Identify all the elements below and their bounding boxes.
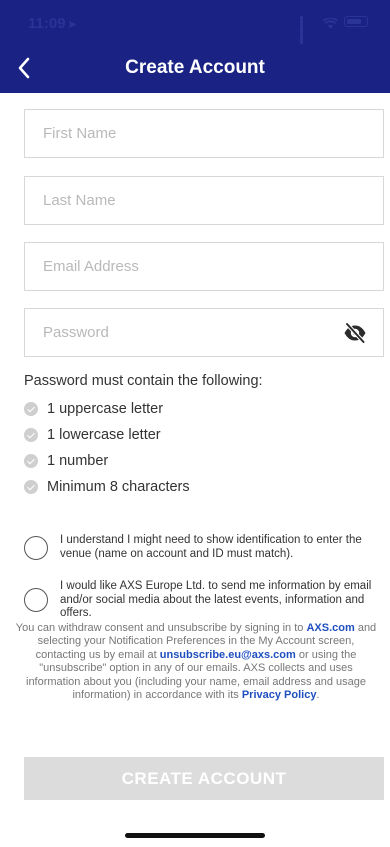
- legal-notice: You can withdraw consent and unsubscribe…: [14, 622, 378, 702]
- password-rule-item: 1 uppercase letter: [24, 396, 190, 422]
- battery-icon: [344, 16, 368, 27]
- consent-marketing-radio[interactable]: [24, 588, 48, 613]
- first-name-input[interactable]: [25, 110, 383, 157]
- cellular-signal-icon: [300, 16, 317, 44]
- home-indicator: [125, 833, 265, 838]
- status-time: 11:09 ➤: [28, 15, 77, 32]
- privacy-policy-link[interactable]: Privacy Policy: [242, 689, 317, 701]
- status-bar: 11:09 ➤: [0, 0, 390, 44]
- create-account-button[interactable]: CREATE ACCOUNT: [24, 757, 384, 800]
- password-rules-list: 1 uppercase letter 1 lowercase letter 1 …: [24, 396, 190, 500]
- last-name-input[interactable]: [25, 177, 383, 224]
- password-input[interactable]: [25, 309, 383, 356]
- app-header: 11:09 ➤ Create Account: [0, 0, 390, 93]
- password-rule-item: 1 lowercase letter: [24, 422, 190, 448]
- password-rules-heading: Password must contain the following:: [24, 373, 263, 389]
- password-rule-label: 1 number: [47, 453, 109, 469]
- status-icons: [300, 16, 368, 44]
- password-rule-item: 1 number: [24, 448, 190, 474]
- password-rule-label: 1 lowercase letter: [47, 427, 161, 443]
- nav-bar: Create Account: [0, 44, 390, 93]
- status-time-text: 11:09: [28, 15, 66, 32]
- page-title: Create Account: [125, 57, 265, 78]
- email-input[interactable]: [25, 243, 383, 290]
- first-name-field: [24, 109, 384, 158]
- password-visibility-toggle[interactable]: [343, 322, 367, 344]
- legal-text: .: [316, 689, 320, 702]
- consent-marketing: I would like AXS Europe Ltd. to send me …: [24, 580, 384, 621]
- wifi-icon: [322, 16, 339, 29]
- consent-identification-text: I understand I might need to show identi…: [60, 534, 362, 560]
- check-circle-icon: [24, 428, 38, 442]
- password-rule-label: 1 uppercase letter: [47, 401, 164, 417]
- axs-link[interactable]: AXS.com: [306, 622, 354, 634]
- legal-text: You can withdraw consent and unsubscribe…: [15, 622, 307, 634]
- consent-identification: I understand I might need to show identi…: [24, 534, 384, 561]
- check-circle-icon: [24, 402, 38, 416]
- password-rule-label: Minimum 8 characters: [47, 479, 190, 495]
- consent-identification-radio[interactable]: [24, 535, 48, 560]
- consent-marketing-text: I would like AXS Europe Ltd. to send me …: [60, 580, 372, 619]
- eye-slash-icon: [344, 322, 366, 344]
- unsubscribe-email-link[interactable]: unsubscribe.eu@axs.com: [160, 649, 296, 661]
- check-circle-icon: [24, 454, 38, 468]
- check-circle-icon: [24, 480, 38, 494]
- location-arrow-icon: ➤: [67, 19, 77, 31]
- password-field: [24, 308, 384, 357]
- password-rule-item: Minimum 8 characters: [24, 474, 190, 500]
- last-name-field: [24, 176, 384, 225]
- email-field: [24, 242, 384, 291]
